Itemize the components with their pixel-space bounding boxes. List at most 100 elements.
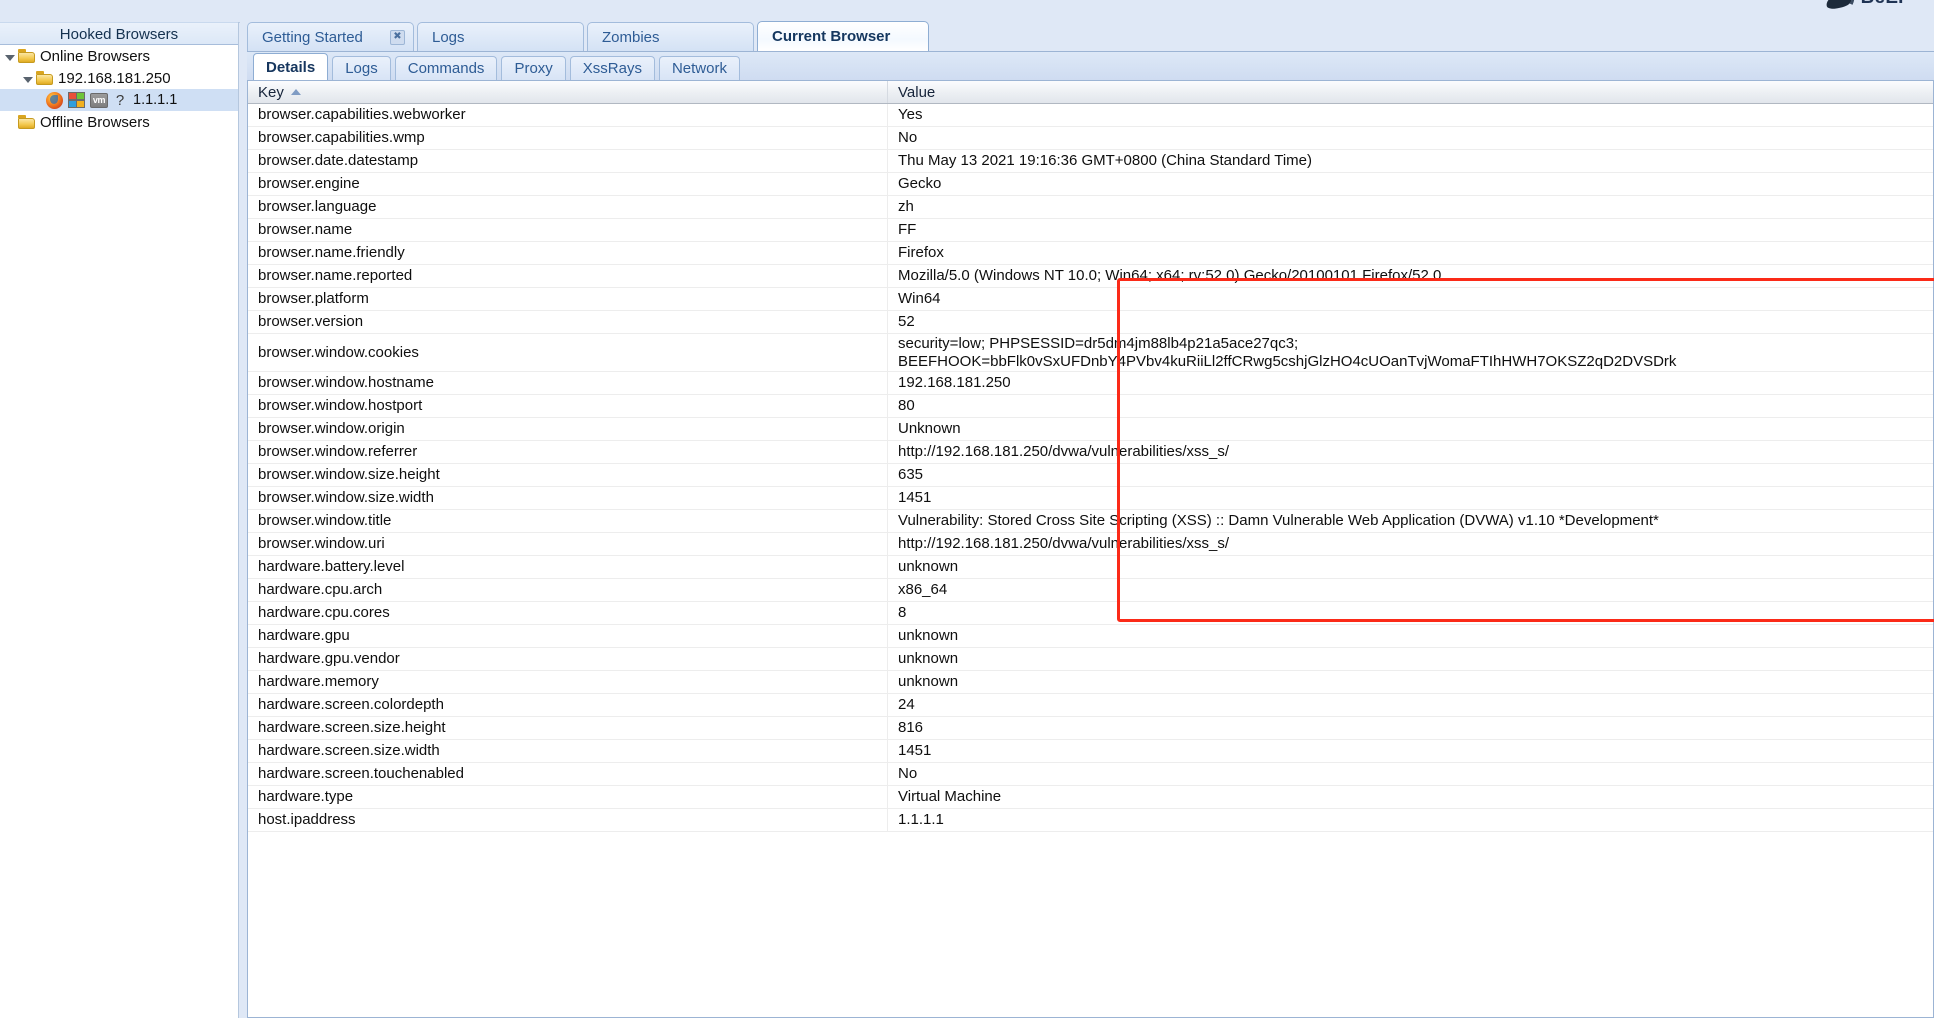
- cell-key: browser.capabilities.webworker: [248, 104, 888, 126]
- cell-key: browser.window.uri: [248, 533, 888, 555]
- table-row[interactable]: hardware.gpu unknown: [248, 625, 1933, 648]
- cell-value: 1451: [898, 489, 932, 506]
- table-row[interactable]: browser.window.hostport 80: [248, 395, 1933, 418]
- cell-value: No: [898, 765, 918, 782]
- brand-name: BeEF: [1861, 0, 1910, 9]
- cell-value: http://192.168.181.250/dvwa/vulnerabilit…: [898, 535, 1230, 552]
- cell-value: Virtual Machine: [898, 788, 1002, 805]
- tab-label: Network: [671, 60, 727, 77]
- tab-commands[interactable]: Commands: [394, 56, 498, 80]
- cell-key: browser.name.friendly: [248, 242, 888, 264]
- grid-header-row: Key Value: [248, 81, 1933, 104]
- cell-key: hardware.battery.level: [248, 556, 888, 578]
- cell-value: unknown: [898, 673, 959, 690]
- tab-network[interactable]: Network: [658, 56, 740, 80]
- tree-node-online-browsers[interactable]: Online Browsers: [0, 45, 238, 67]
- cell-value: 1451: [898, 742, 932, 759]
- tab-label: Getting Started: [262, 28, 363, 46]
- close-icon[interactable]: ✖: [390, 30, 405, 45]
- tab-label: Commands: [407, 60, 485, 77]
- folder-icon: [18, 115, 36, 129]
- table-row[interactable]: browser.date.datestamp Thu May 13 2021 19…: [248, 150, 1933, 173]
- table-row[interactable]: browser.name.friendly Firefox: [248, 242, 1933, 265]
- cell-key: browser.window.cookies: [248, 334, 888, 371]
- expander-toggle-online-icon[interactable]: [2, 48, 18, 65]
- cell-value: No: [898, 129, 918, 146]
- cell-key: browser.date.datestamp: [248, 150, 888, 172]
- table-row[interactable]: browser.name FF: [248, 219, 1933, 242]
- folder-icon: [18, 49, 36, 63]
- cell-value: Unknown: [898, 420, 961, 437]
- tree-node-zombie-1-1-1-1[interactable]: vm ? 1.1.1.1: [0, 89, 238, 111]
- cell-value: http://192.168.181.250/dvwa/vulnerabilit…: [898, 443, 1230, 460]
- column-header-label: Key: [258, 83, 284, 101]
- cell-key: browser.window.hostport: [248, 395, 888, 417]
- table-row[interactable]: hardware.screen.colordepth 24: [248, 694, 1933, 717]
- tab-details[interactable]: Details: [253, 53, 329, 80]
- tab-proxy[interactable]: Proxy: [501, 56, 566, 80]
- cell-value: Win64: [898, 290, 941, 307]
- cell-value: Thu May 13 2021 19:16:36 GMT+0800 (China…: [898, 152, 1312, 169]
- table-row[interactable]: browser.capabilities.webworker Yes: [248, 104, 1933, 127]
- cell-value: FF: [898, 221, 917, 238]
- cell-key: browser.name.reported: [248, 265, 888, 287]
- cell-value: unknown: [898, 650, 959, 667]
- table-row[interactable]: browser.platform Win64: [248, 288, 1933, 311]
- tab-current-browser[interactable]: Current Browser: [757, 21, 929, 51]
- cell-value: 192.168.181.250: [898, 374, 1011, 391]
- table-row[interactable]: browser.window.size.width 1451: [248, 487, 1933, 510]
- tab-logs-inner[interactable]: Logs: [332, 56, 391, 80]
- cell-value: x86_64: [898, 581, 948, 598]
- cell-value: 80: [898, 397, 915, 414]
- table-row[interactable]: browser.window.size.height 635: [248, 464, 1933, 487]
- table-row[interactable]: browser.window.referrer http://192.168.18…: [248, 441, 1933, 464]
- tab-xssrays[interactable]: XssRays: [569, 56, 655, 80]
- tab-label: Details: [266, 58, 316, 76]
- column-header-value[interactable]: Value: [888, 81, 1933, 103]
- cell-value: 24: [898, 696, 915, 713]
- cell-key: hardware.screen.size.height: [248, 717, 888, 739]
- tree-node-label: Offline Browsers: [40, 113, 150, 131]
- table-row[interactable]: hardware.memory unknown: [248, 671, 1933, 694]
- table-row[interactable]: hardware.cpu.arch x86_64: [248, 579, 1933, 602]
- cell-key: browser.version: [248, 311, 888, 333]
- cell-key: browser.capabilities.wmp: [248, 127, 888, 149]
- table-row[interactable]: browser.capabilities.wmp No: [248, 127, 1933, 150]
- cell-key: hardware.screen.colordepth: [248, 694, 888, 716]
- table-row[interactable]: browser.window.cookies security=low; PHPS…: [248, 334, 1933, 372]
- table-row[interactable]: hardware.screen.touchenabled No: [248, 763, 1933, 786]
- cell-key: hardware.cpu.arch: [248, 579, 888, 601]
- table-row[interactable]: hardware.cpu.cores 8: [248, 602, 1933, 625]
- table-row[interactable]: hardware.screen.size.height 816: [248, 717, 1933, 740]
- table-row[interactable]: browser.window.origin Unknown: [248, 418, 1933, 441]
- table-row[interactable]: browser.name.reported Mozilla/5.0 (Window…: [248, 265, 1933, 288]
- cell-value: security=low; PHPSESSID=dr5dm4jm88lb4p21…: [898, 335, 1677, 370]
- brand-logo-group: BeEF: [1824, 0, 1910, 11]
- table-row[interactable]: browser.window.uri http://192.168.181.250…: [248, 533, 1933, 556]
- cell-key: browser.window.referrer: [248, 441, 888, 463]
- table-row[interactable]: browser.engine Gecko: [248, 173, 1933, 196]
- table-row[interactable]: host.ipaddress 1.1.1.1: [248, 809, 1933, 832]
- cell-value: zh: [898, 198, 914, 215]
- tab-zombies[interactable]: Zombies: [587, 22, 754, 51]
- table-row[interactable]: browser.language zh: [248, 196, 1933, 219]
- tree-node-offline-browsers[interactable]: Offline Browsers: [0, 111, 238, 133]
- tab-logs[interactable]: Logs: [417, 22, 584, 51]
- table-row[interactable]: browser.window.title Vulnerability: Store…: [248, 510, 1933, 533]
- table-row[interactable]: hardware.gpu.vendor unknown: [248, 648, 1933, 671]
- expander-toggle-host-icon[interactable]: [20, 70, 36, 87]
- hooked-browsers-tree[interactable]: Online Browsers 192.168.181.250 vm ? 1.1…: [0, 45, 238, 195]
- cell-key: browser.engine: [248, 173, 888, 195]
- cell-value: Firefox: [898, 244, 944, 261]
- cell-value: Vulnerability: Stored Cross Site Scripti…: [898, 512, 1659, 529]
- cell-key: hardware.screen.touchenabled: [248, 763, 888, 785]
- tree-node-host-192-168-181-250[interactable]: 192.168.181.250: [0, 67, 238, 89]
- cell-key: browser.window.origin: [248, 418, 888, 440]
- column-header-key[interactable]: Key: [248, 81, 888, 103]
- table-row[interactable]: hardware.type Virtual Machine: [248, 786, 1933, 809]
- table-row[interactable]: hardware.battery.level unknown: [248, 556, 1933, 579]
- tab-getting-started[interactable]: Getting Started ✖: [247, 22, 414, 51]
- table-row[interactable]: browser.version 52: [248, 311, 1933, 334]
- table-row[interactable]: browser.window.hostname 192.168.181.250: [248, 372, 1933, 395]
- table-row[interactable]: hardware.screen.size.width 1451: [248, 740, 1933, 763]
